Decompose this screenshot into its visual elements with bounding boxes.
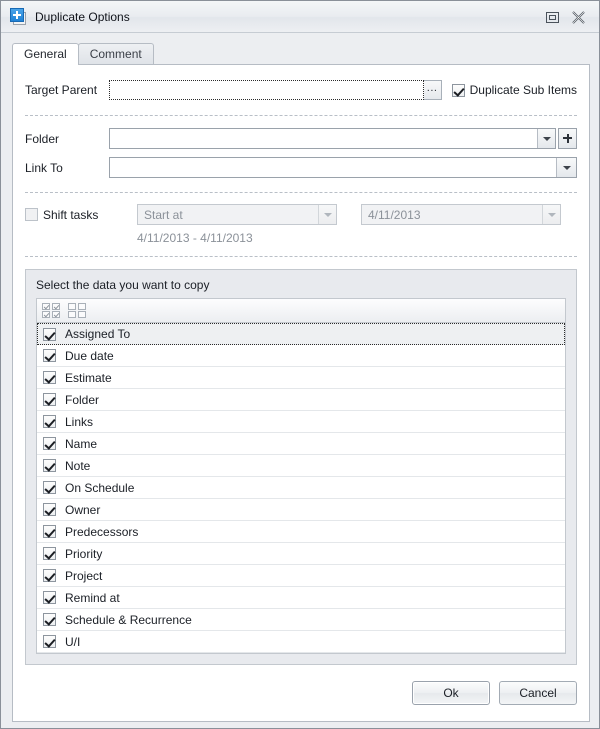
row-label: Note <box>65 458 91 473</box>
list-toolbar <box>36 298 566 322</box>
table-row[interactable]: Owner <box>37 499 565 521</box>
cancel-button[interactable]: Cancel <box>499 681 577 705</box>
folder-input[interactable] <box>110 129 537 148</box>
copy-data-title: Select the data you want to copy <box>36 278 210 292</box>
dialog-footer: Ok Cancel <box>13 665 589 721</box>
check-all-icon[interactable] <box>42 302 61 319</box>
close-x-icon[interactable] <box>565 6 591 28</box>
shift-tasks-label: Shift tasks <box>43 207 99 222</box>
row-label: Links <box>65 414 94 429</box>
row-label: Owner <box>65 502 101 517</box>
row-checkbox[interactable] <box>43 481 56 494</box>
table-row[interactable]: Folder <box>37 389 565 411</box>
duplicate-options-window: Duplicate Options General Comment Target… <box>0 0 600 729</box>
shift-date-value: 4/11/2013 <box>368 207 421 222</box>
chevron-down-icon[interactable] <box>537 129 555 148</box>
separator-bottom <box>25 256 577 257</box>
duplicate-sub-items-checkbox-box[interactable] <box>451 83 465 97</box>
row-checkbox[interactable] <box>43 437 56 450</box>
tab-strip: General Comment <box>1 33 599 65</box>
row-checkbox[interactable] <box>43 635 56 648</box>
restore-window-icon[interactable] <box>539 6 565 28</box>
folder-label: Folder <box>25 131 60 146</box>
row-label: Priority <box>65 546 103 561</box>
shift-mode-value: Start at <box>144 207 183 222</box>
table-row[interactable]: Project <box>37 565 565 587</box>
row-checkbox[interactable] <box>43 415 56 428</box>
tab-general[interactable]: General <box>12 43 79 65</box>
row-checkbox[interactable] <box>43 569 56 582</box>
table-row[interactable]: Remind at <box>37 587 565 609</box>
link-to-label: Link To <box>25 160 63 175</box>
table-row[interactable]: Due date <box>37 345 565 367</box>
shift-mode-combobox: Start at <box>137 204 337 225</box>
row-label: Project <box>65 568 103 583</box>
table-row[interactable]: Assigned To <box>37 323 565 345</box>
uncheck-all-icon[interactable] <box>68 302 87 319</box>
row-checkbox[interactable] <box>43 613 56 626</box>
row-checkbox[interactable] <box>43 327 56 341</box>
row-label: U/I <box>65 634 81 649</box>
table-row[interactable]: Estimate <box>37 367 565 389</box>
row-label: Folder <box>65 392 100 407</box>
row-label: Estimate <box>65 370 112 385</box>
table-row[interactable]: Note <box>37 455 565 477</box>
shift-date-combobox: 4/11/2013 <box>361 204 561 225</box>
row-label: Schedule & Recurrence <box>65 612 192 627</box>
separator-top <box>25 115 577 116</box>
row-checkbox[interactable] <box>43 349 56 362</box>
shift-tasks-checkbox-box[interactable] <box>25 208 38 221</box>
row-label: Remind at <box>65 590 120 605</box>
target-parent-input[interactable] <box>109 80 424 100</box>
target-parent-browse-button[interactable]: ... <box>423 80 442 100</box>
row-checkbox[interactable] <box>43 459 56 472</box>
row-checkbox[interactable] <box>43 525 56 538</box>
window-title: Duplicate Options <box>35 10 130 24</box>
row-checkbox[interactable] <box>43 371 56 384</box>
target-parent-row: Target Parent ... Duplicate Sub Items <box>25 79 577 101</box>
row-checkbox[interactable] <box>43 547 56 560</box>
table-row[interactable]: Predecessors <box>37 521 565 543</box>
link-to-combobox[interactable] <box>109 157 577 178</box>
table-row[interactable]: Name <box>37 433 565 455</box>
ok-button[interactable]: Ok <box>412 681 490 705</box>
link-to-row: Link To <box>25 157 577 178</box>
chevron-down-icon <box>318 205 336 224</box>
title-bar: Duplicate Options <box>1 1 599 33</box>
copy-data-list[interactable]: Assigned To Due date Estimate Folder Links Na… <box>36 322 566 654</box>
table-row[interactable]: Links <box>37 411 565 433</box>
copy-data-panel: Select the data you want to copy Assigne… <box>25 269 577 665</box>
chevron-down-icon <box>542 205 560 224</box>
link-to-input[interactable] <box>110 158 556 177</box>
duplicate-sub-items-label: Duplicate Sub Items <box>469 83 577 97</box>
separator-middle <box>25 192 577 193</box>
row-label: Name <box>65 436 98 451</box>
table-row[interactable]: Schedule & Recurrence <box>37 609 565 631</box>
row-label: Predecessors <box>65 524 139 539</box>
target-parent-label: Target Parent <box>25 83 98 97</box>
folder-row: Folder <box>25 128 577 149</box>
tab-page-general: Target Parent ... Duplicate Sub Items Fo… <box>12 64 590 722</box>
table-row[interactable]: Priority <box>37 543 565 565</box>
shift-date-range-text: 4/11/2013 - 4/11/2013 <box>137 231 253 245</box>
row-label: Assigned To <box>65 327 131 341</box>
table-row[interactable]: On Schedule <box>37 477 565 499</box>
row-checkbox[interactable] <box>43 393 56 406</box>
row-checkbox[interactable] <box>43 591 56 604</box>
shift-tasks-checkbox[interactable]: Shift tasks <box>25 208 137 222</box>
add-folder-button[interactable] <box>558 128 577 149</box>
chevron-down-icon[interactable] <box>556 158 576 177</box>
table-row[interactable]: U/I <box>37 631 565 653</box>
row-label: Due date <box>65 348 114 363</box>
row-label: On Schedule <box>65 480 135 495</box>
shift-tasks-row: Shift tasks Start at 4/11/2013 <box>25 204 577 225</box>
form-content: Target Parent ... Duplicate Sub Items Fo… <box>13 65 589 665</box>
duplicate-plus-icon <box>10 8 28 26</box>
tab-comment[interactable]: Comment <box>77 43 154 64</box>
folder-combobox[interactable] <box>109 128 556 149</box>
duplicate-sub-items-checkbox[interactable]: Duplicate Sub Items <box>451 83 577 97</box>
row-checkbox[interactable] <box>43 503 56 516</box>
